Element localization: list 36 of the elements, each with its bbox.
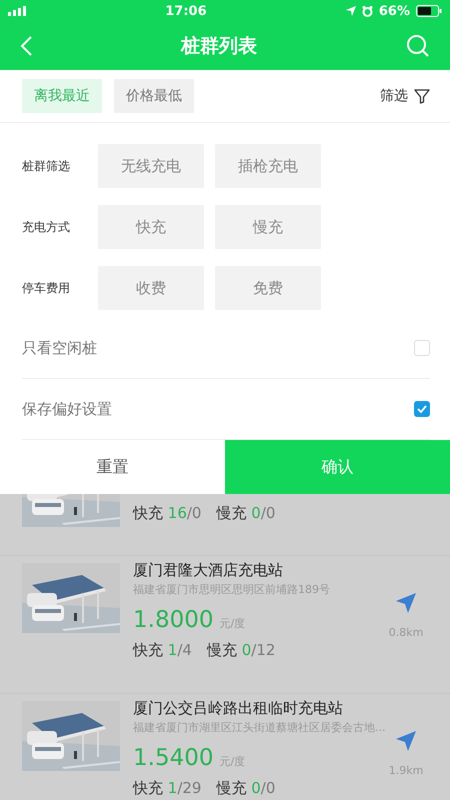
station-name: 厦门君隆大酒店充电站	[133, 560, 284, 580]
search-icon[interactable]	[406, 34, 430, 58]
price: 1.5400	[133, 744, 214, 772]
checkbox[interactable]	[414, 401, 430, 417]
charger-counts: 快充 1/29 慢充 0/0	[133, 779, 276, 798]
charger-counts: 快充 16/0 慢充 0/0	[133, 504, 276, 523]
check-icon	[417, 405, 427, 413]
filter-option[interactable]: 慢充	[215, 205, 321, 249]
navigation-arrow-icon[interactable]	[395, 730, 417, 752]
confirm-button[interactable]: 确认	[225, 440, 450, 494]
signal-icon	[8, 6, 26, 16]
battery-percent: 66%	[378, 4, 410, 18]
filter-option[interactable]: 插枪充电	[215, 144, 321, 188]
sort-tab[interactable]: 价格最低	[114, 79, 194, 113]
location-arrow-icon	[346, 6, 356, 16]
filter-label: 充电方式	[22, 218, 71, 236]
navigation-arrow-icon[interactable]	[395, 592, 417, 614]
filter-option[interactable]: 快充	[98, 205, 204, 249]
battery-icon	[416, 5, 442, 17]
filter-option[interactable]: 免费	[215, 266, 321, 310]
filter-label: 桩群筛选	[22, 158, 71, 174]
station-name: 厦门公交吕岭路出租临时充电站	[133, 698, 344, 718]
filter-option[interactable]: 无线充电	[98, 144, 204, 188]
option-label: 只看空闲桩	[22, 338, 97, 358]
filter-icon	[414, 88, 430, 104]
alarm-clock-icon	[362, 6, 373, 16]
filter-button[interactable]: 筛选	[380, 87, 430, 105]
charger-counts: 快充 1/4 慢充 0/12	[133, 641, 276, 660]
filter-option[interactable]: 收费	[98, 266, 204, 310]
back-icon[interactable]	[20, 36, 32, 56]
filter-label: 停车费用	[22, 280, 71, 296]
price: 1.8000	[133, 606, 214, 634]
sort-tab[interactable]: 离我最近	[22, 79, 102, 113]
option-label: 保存偏好设置	[22, 400, 112, 418]
page-title: 桩群列表	[181, 34, 257, 59]
status-time: 17:06	[165, 4, 207, 18]
